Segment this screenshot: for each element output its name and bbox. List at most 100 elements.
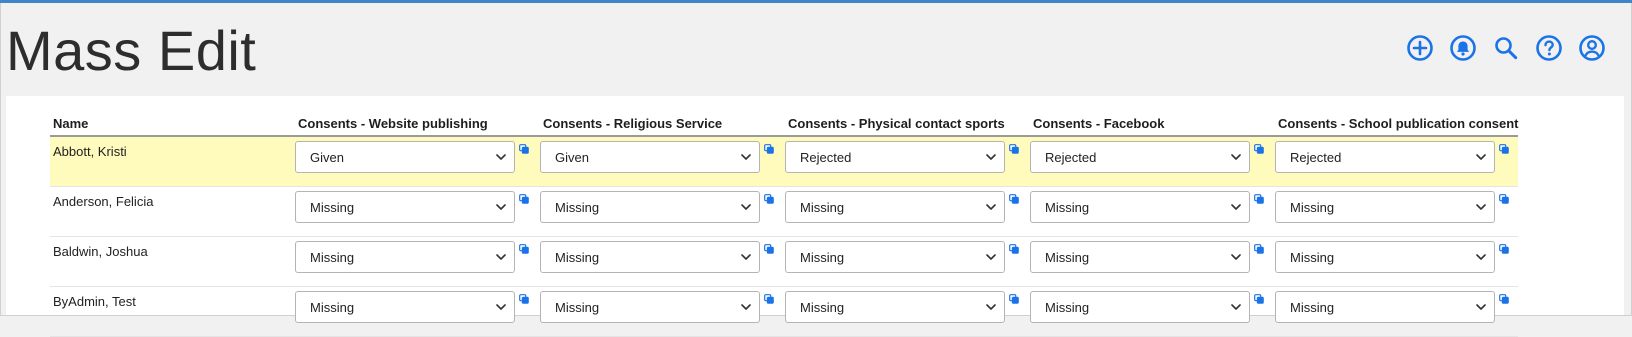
facebook-select[interactable]: Missing <box>1030 241 1250 273</box>
chevron-down-icon <box>1231 304 1241 310</box>
consent-cell-wrapper: Missing <box>295 237 540 273</box>
copy-icon[interactable] <box>1254 294 1264 304</box>
website-publishing-select[interactable]: Missing <box>295 191 515 223</box>
consent-cell-wrapper: Missing <box>295 187 540 223</box>
select-value: Missing <box>1045 299 1090 315</box>
chevron-down-icon <box>1231 154 1241 160</box>
religious-service-select[interactable]: Missing <box>540 191 760 223</box>
school-publication-consent-select[interactable]: Missing <box>1275 241 1495 273</box>
copy-icon[interactable] <box>1499 194 1509 204</box>
page-title: Mass Edit <box>6 19 257 82</box>
column-header-website-publishing: Consents - Website publishing <box>295 111 540 137</box>
consent-cell-wrapper: Given <box>540 137 785 173</box>
consent-cell-wrapper: Missing <box>1275 287 1518 323</box>
school-publication-consent-select[interactable]: Rejected <box>1275 141 1495 173</box>
chevron-down-icon <box>741 304 751 310</box>
copy-icon[interactable] <box>1009 294 1019 304</box>
copy-icon[interactable] <box>764 144 774 154</box>
chevron-down-icon <box>986 154 996 160</box>
religious-service-select[interactable]: Missing <box>540 291 760 323</box>
table-header-row: Name Consents - Website publishing Conse… <box>50 111 1519 137</box>
facebook-select[interactable]: Missing <box>1030 291 1250 323</box>
chevron-down-icon <box>496 254 506 260</box>
school-publication-consent-select[interactable]: Missing <box>1275 191 1495 223</box>
table-row: Baldwin, Joshua Missing Missing Missing Miss… <box>50 236 1518 287</box>
copy-icon[interactable] <box>519 144 529 154</box>
chevron-down-icon <box>986 304 996 310</box>
consent-cell-wrapper: Rejected <box>1275 137 1518 173</box>
chevron-down-icon <box>986 204 996 210</box>
consent-cell: Rejected <box>785 136 1030 187</box>
table-row: ByAdmin, Test Missing Missing Missing Missin… <box>50 286 1518 337</box>
consent-cell: Missing <box>1030 186 1275 237</box>
select-value: Missing <box>800 199 845 215</box>
religious-service-select[interactable]: Missing <box>540 241 760 273</box>
search-icon[interactable] <box>1491 33 1521 63</box>
column-header-facebook: Consents - Facebook <box>1030 111 1275 137</box>
copy-icon[interactable] <box>764 244 774 254</box>
website-publishing-select[interactable]: Missing <box>295 291 515 323</box>
consent-cell-wrapper: Missing <box>1275 237 1518 273</box>
help-icon[interactable] <box>1534 33 1564 63</box>
copy-icon[interactable] <box>1254 244 1264 254</box>
bell-icon[interactable] <box>1448 33 1478 63</box>
select-value: Rejected <box>1045 149 1097 165</box>
religious-service-select[interactable]: Given <box>540 141 760 173</box>
consent-cell: Missing <box>1030 286 1275 337</box>
copy-icon[interactable] <box>1254 194 1264 204</box>
facebook-select[interactable]: Missing <box>1030 191 1250 223</box>
consent-cell-wrapper: Missing <box>540 187 785 223</box>
copy-icon[interactable] <box>519 294 529 304</box>
account-icon[interactable] <box>1577 33 1607 63</box>
consent-cell-wrapper: Missing <box>785 287 1030 323</box>
copy-icon[interactable] <box>1254 144 1264 154</box>
website-publishing-select[interactable]: Given <box>295 141 515 173</box>
column-header-school-publication-consent: Consents - School publication consent <box>1275 111 1519 137</box>
consent-cell: Missing <box>785 236 1030 287</box>
select-value: Missing <box>555 199 600 215</box>
consent-cell-wrapper: Missing <box>540 287 785 323</box>
website-publishing-select[interactable]: Missing <box>295 241 515 273</box>
copy-icon[interactable] <box>764 294 774 304</box>
chevron-down-icon <box>496 154 506 160</box>
consent-cell: Given <box>295 136 540 187</box>
chevron-down-icon <box>1476 154 1486 160</box>
physical-contact-sports-select[interactable]: Missing <box>785 291 1005 323</box>
copy-icon[interactable] <box>764 194 774 204</box>
student-name: ByAdmin, Test <box>50 286 295 337</box>
copy-icon[interactable] <box>1009 244 1019 254</box>
select-value: Missing <box>1045 199 1090 215</box>
column-header-physical-contact-sports: Consents - Physical contact sports <box>785 111 1030 137</box>
copy-icon[interactable] <box>1009 144 1019 154</box>
consent-cell-wrapper: Missing <box>540 237 785 273</box>
school-publication-consent-select[interactable]: Missing <box>1275 291 1495 323</box>
select-value: Missing <box>1290 249 1335 265</box>
copy-icon[interactable] <box>1499 244 1509 254</box>
select-value: Missing <box>555 299 600 315</box>
copy-icon[interactable] <box>519 194 529 204</box>
chevron-down-icon <box>1231 254 1241 260</box>
consent-cell: Rejected <box>1275 136 1518 187</box>
consent-cell: Missing <box>1275 236 1518 287</box>
consent-cell: Missing <box>540 236 785 287</box>
add-circle-icon[interactable] <box>1405 33 1435 63</box>
copy-icon[interactable] <box>1009 194 1019 204</box>
select-value: Missing <box>310 199 355 215</box>
copy-icon[interactable] <box>1499 294 1509 304</box>
consent-cell-wrapper: Missing <box>1030 287 1275 323</box>
copy-icon[interactable] <box>519 244 529 254</box>
chevron-down-icon <box>741 154 751 160</box>
select-value: Missing <box>1045 249 1090 265</box>
select-value: Missing <box>310 249 355 265</box>
chevron-down-icon <box>741 254 751 260</box>
select-value: Missing <box>310 299 355 315</box>
physical-contact-sports-select[interactable]: Missing <box>785 191 1005 223</box>
copy-icon[interactable] <box>1499 144 1509 154</box>
chevron-down-icon <box>1476 304 1486 310</box>
physical-contact-sports-select[interactable]: Missing <box>785 241 1005 273</box>
consent-cell: Given <box>540 136 785 187</box>
physical-contact-sports-select[interactable]: Rejected <box>785 141 1005 173</box>
facebook-select[interactable]: Rejected <box>1030 141 1250 173</box>
chevron-down-icon <box>496 304 506 310</box>
select-value: Missing <box>800 299 845 315</box>
